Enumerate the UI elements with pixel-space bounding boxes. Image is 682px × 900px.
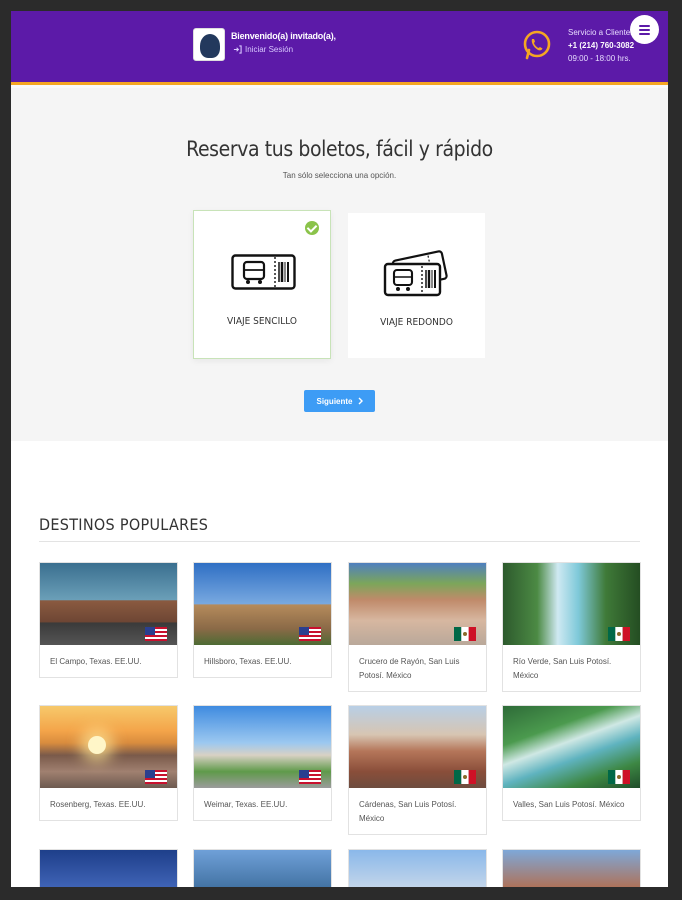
option-round-trip-label: VIAJE REDONDO	[380, 317, 453, 328]
site-header: Bienvenido(a) invitado(a), Iniciar Sesió…	[11, 11, 668, 85]
next-button-label: Siguiente	[316, 396, 353, 406]
menu-icon-line	[639, 24, 650, 27]
section-divider	[39, 541, 640, 542]
destination-photo	[40, 563, 177, 645]
destination-photo	[40, 706, 177, 788]
mexico-flag-icon	[608, 770, 630, 784]
destination-card[interactable]: Weimar, Texas. EE.UU.	[193, 705, 332, 821]
destination-name: Valles, San Luis Potosí. México	[513, 800, 625, 809]
destination-card[interactable]: Cárdenas, San Luis Potosí. México	[348, 705, 487, 835]
chevron-right-icon	[358, 397, 363, 405]
destination-card[interactable]: El Campo, Texas. EE.UU.	[39, 562, 178, 678]
destination-name: Weimar, Texas. EE.UU.	[204, 800, 288, 809]
destination-card[interactable]	[193, 849, 332, 887]
popular-destinations-section: DESTINOS POPULARES El Campo, Texas. EE.U…	[11, 441, 668, 887]
login-label: Iniciar Sesión	[245, 45, 294, 54]
double-bus-ticket-icon	[383, 250, 448, 297]
avatar-silhouette-icon	[200, 34, 220, 58]
destination-card[interactable]: Río Verde, San Luis Potosí. México	[502, 562, 641, 692]
destination-photo	[349, 706, 486, 788]
booking-title: Reserva tus boletos, fácil y rápido	[186, 137, 493, 161]
destination-card[interactable]: Rosenberg, Texas. EE.UU.	[39, 705, 178, 821]
destination-card[interactable]: Hillsboro, Texas. EE.UU.	[193, 562, 332, 678]
service-label: Servicio a Clientes	[568, 28, 635, 37]
destination-card[interactable]	[502, 849, 641, 887]
welcome-text: Bienvenido(a) invitado(a),	[231, 31, 336, 41]
destination-photo	[503, 563, 640, 645]
option-round-trip[interactable]: VIAJE REDONDO	[348, 213, 485, 358]
booking-subtitle: Tan sólo selecciona una opción.	[282, 171, 397, 180]
option-one-way-label: VIAJE SENCILLO	[227, 316, 297, 327]
destination-photo	[349, 850, 486, 887]
mexico-flag-icon	[608, 627, 630, 641]
sun-decoration	[88, 736, 106, 754]
destination-card[interactable]: Valles, San Luis Potosí. México	[502, 705, 641, 821]
whatsapp-icon[interactable]	[521, 29, 553, 61]
booking-section: Reserva tus boletos, fácil y rápido Tan …	[11, 88, 668, 441]
login-arrow-icon	[233, 45, 242, 54]
destination-name: Rosenberg, Texas. EE.UU.	[50, 800, 146, 809]
destinations-title: DESTINOS POPULARES	[39, 515, 209, 534]
usa-flag-icon	[299, 627, 321, 641]
destination-photo	[194, 563, 331, 645]
destination-photo	[349, 563, 486, 645]
login-link[interactable]: Iniciar Sesión	[233, 45, 293, 54]
destination-name: El Campo, Texas. EE.UU.	[50, 657, 142, 666]
mexico-flag-icon	[454, 770, 476, 784]
destination-name: Cárdenas, San Luis Potosí. México	[359, 800, 457, 823]
option-one-way[interactable]: VIAJE SENCILLO	[193, 210, 331, 359]
usa-flag-icon	[145, 627, 167, 641]
next-button[interactable]: Siguiente	[304, 390, 375, 412]
destination-photo	[503, 706, 640, 788]
menu-icon-line	[639, 28, 650, 31]
service-hours: 09:00 - 18:00 hrs.	[568, 54, 631, 63]
destination-name: Río Verde, San Luis Potosí. México	[513, 657, 612, 680]
menu-icon-line	[639, 32, 650, 35]
user-avatar[interactable]	[193, 28, 225, 61]
menu-button[interactable]	[630, 15, 659, 44]
destination-photo	[194, 706, 331, 788]
destination-name: Crucero de Rayón, San Luis Potosí. Méxic…	[359, 657, 460, 680]
destination-photo	[40, 850, 177, 887]
service-phone[interactable]: +1 (214) 760-3082	[568, 39, 634, 52]
destination-card[interactable]	[39, 849, 178, 887]
destination-card[interactable]	[348, 849, 487, 887]
usa-flag-icon	[145, 770, 167, 784]
destination-photo	[194, 850, 331, 887]
customer-service-info: Servicio a Clientes +1 (214) 760-3082 09…	[568, 26, 634, 65]
mexico-flag-icon	[454, 627, 476, 641]
destination-name: Hillsboro, Texas. EE.UU.	[204, 657, 292, 666]
usa-flag-icon	[299, 770, 321, 784]
browser-viewport: Bienvenido(a) invitado(a), Iniciar Sesió…	[11, 11, 668, 887]
check-icon	[305, 221, 319, 235]
bus-ticket-icon	[231, 254, 296, 290]
destination-card[interactable]: Crucero de Rayón, San Luis Potosí. Méxic…	[348, 562, 487, 692]
destination-photo	[503, 850, 640, 887]
